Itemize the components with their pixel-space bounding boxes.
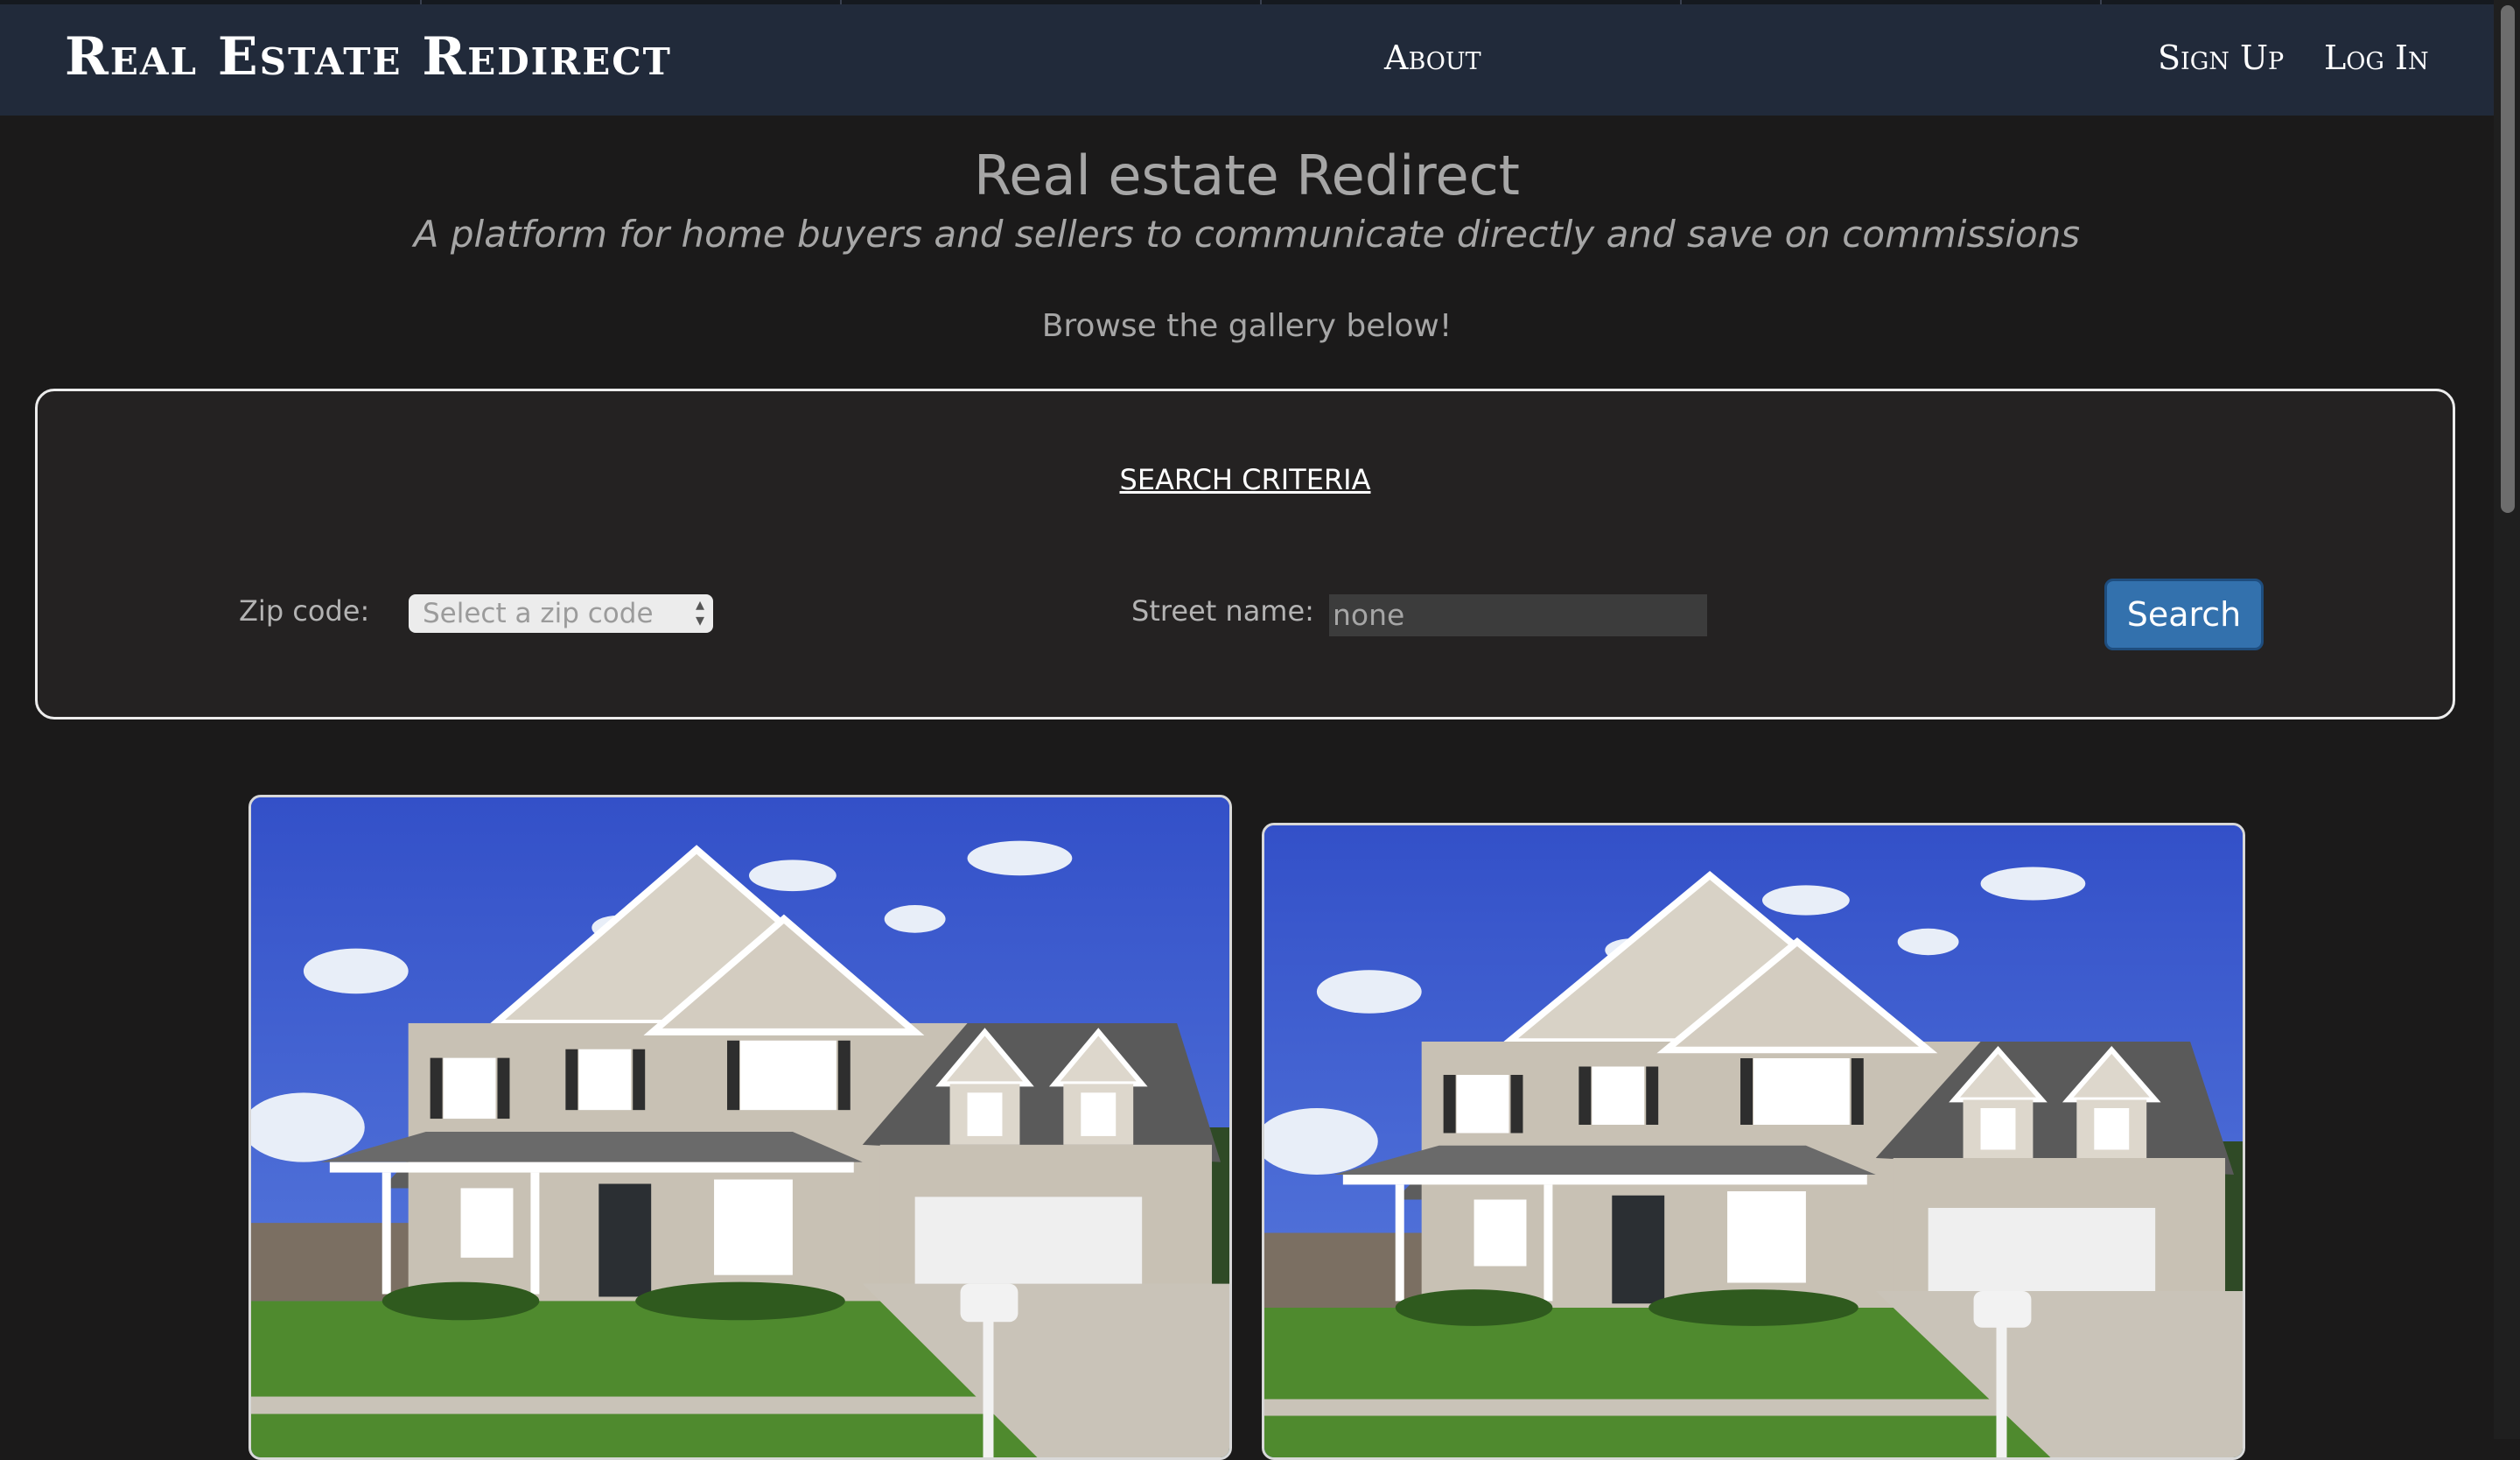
street-name-label: Street name: (1131, 594, 1314, 628)
nav-signup-link[interactable]: Sign Up (2158, 39, 2284, 77)
house-photo-icon (251, 797, 1229, 1457)
scrollbar-thumb[interactable] (2501, 5, 2515, 513)
nav-login-link[interactable]: Log In (2324, 39, 2429, 77)
zip-code-label: Zip code: (239, 594, 370, 628)
page-subtitle: A platform for home buyers and sellers t… (413, 213, 2081, 256)
zip-code-select[interactable]: Select a zip code ▴ ▾ (409, 594, 713, 633)
nav-about-link[interactable]: About (1384, 39, 1481, 77)
street-name-input[interactable]: none (1329, 594, 1707, 636)
page-title: Real estate Redirect (974, 144, 1520, 207)
page-scrollbar[interactable] (2494, 0, 2520, 1439)
gallery-item-2[interactable] (1262, 823, 2245, 1460)
search-button[interactable]: Search (2104, 579, 2264, 650)
gallery-item-1[interactable] (248, 795, 1232, 1460)
browse-prompt: Browse the gallery below! (1041, 308, 1452, 344)
search-criteria-panel: SEARCH CRITERIA Zip code: Select a zip c… (35, 389, 2455, 719)
brand-link[interactable]: Real Estate Redirect (65, 26, 672, 88)
search-criteria-heading: SEARCH CRITERIA (1119, 463, 1371, 496)
zip-code-selected-value: Select a zip code (423, 598, 654, 629)
browser-tab-strip (0, 0, 2494, 4)
top-navbar: Real Estate Redirect About Sign Up Log I… (0, 0, 2494, 116)
house-photo-icon (1264, 825, 2243, 1457)
select-arrows-icon: ▴ ▾ (695, 593, 704, 630)
